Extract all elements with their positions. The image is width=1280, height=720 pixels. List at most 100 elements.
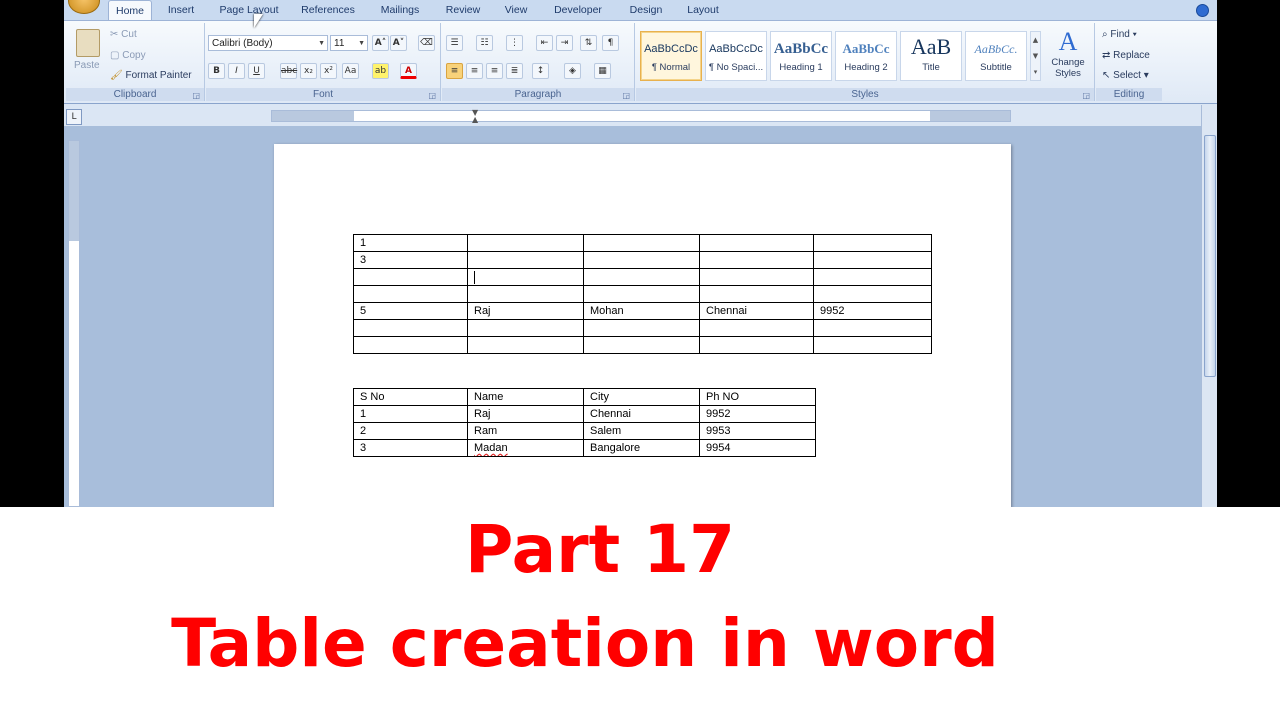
tab-home[interactable]: Home <box>108 0 152 21</box>
table-cell[interactable] <box>813 268 932 286</box>
pilcrow-icon[interactable]: ¶ <box>602 35 619 51</box>
table-cell[interactable] <box>583 251 700 269</box>
cut-button[interactable]: ✂ Cut <box>110 29 137 40</box>
table-cell[interactable] <box>699 336 814 354</box>
align-right-icon[interactable]: ≡ <box>486 63 503 79</box>
table-header-cell[interactable]: City <box>583 388 700 406</box>
table-cell[interactable]: 9954 <box>699 439 816 457</box>
increase-indent-icon[interactable]: ⇥ <box>556 35 573 51</box>
table-cell[interactable] <box>353 319 468 337</box>
highlight-icon[interactable]: ab <box>372 63 389 79</box>
table-cell[interactable] <box>813 285 932 303</box>
table-cell[interactable] <box>467 251 584 269</box>
tab-review[interactable]: Review <box>440 0 486 20</box>
style-subtitle[interactable]: AaBbCc. Subtitle <box>965 31 1027 81</box>
vertical-scrollbar[interactable] <box>1201 105 1217 507</box>
dialog-launcher-icon[interactable]: ◲ <box>428 91 436 100</box>
table-cell[interactable]: Bangalore <box>583 439 700 457</box>
select-button[interactable]: ↖ Select ▾ <box>1102 70 1149 81</box>
table-cell[interactable] <box>813 234 932 252</box>
multilevel-list-icon[interactable]: ⋮ <box>506 35 523 51</box>
table-cell[interactable]: Ram <box>467 422 584 440</box>
change-case-icon[interactable]: Aa <box>342 63 359 79</box>
dialog-launcher-icon[interactable]: ◲ <box>192 91 200 100</box>
tab-references[interactable]: References <box>296 0 360 20</box>
format-painter-button[interactable]: 🖌 Format Painter <box>110 70 192 81</box>
underline-icon[interactable]: U <box>248 63 265 79</box>
grow-font-icon[interactable]: A˄ <box>372 35 389 51</box>
table-cell[interactable] <box>583 234 700 252</box>
table-cell[interactable]: 9953 <box>699 422 816 440</box>
table-cell[interactable]: Mohan <box>583 302 700 320</box>
align-left-icon[interactable]: ≡ <box>446 63 463 79</box>
line-spacing-icon[interactable]: ↕ <box>532 63 549 79</box>
font-family-select[interactable]: Calibri (Body) ▼ <box>208 35 328 51</box>
table-cell[interactable] <box>583 319 700 337</box>
style-no-spacing[interactable]: AaBbCcDc ¶ No Spaci... <box>705 31 767 81</box>
table-cell[interactable] <box>583 336 700 354</box>
table-cell[interactable] <box>699 319 814 337</box>
table-cell[interactable] <box>467 319 584 337</box>
table-cell[interactable]: Raj <box>467 405 584 423</box>
table-1[interactable]: 1 3 5 Raj Mohan Chennai 9952 <box>353 234 932 354</box>
shading-icon[interactable]: ◈ <box>564 63 581 79</box>
table-cell[interactable]: Raj <box>467 302 584 320</box>
style-title[interactable]: AaB Title <box>900 31 962 81</box>
tab-view[interactable]: View <box>496 0 536 20</box>
table-cell[interactable]: 1 <box>353 234 468 252</box>
document-page[interactable]: 1 3 5 Raj Mohan Chennai 9952 S No Name City Ph NO… <box>274 144 1011 507</box>
table-cell[interactable]: 3 <box>353 251 468 269</box>
table-cell[interactable]: Salem <box>583 422 700 440</box>
change-styles-button[interactable]: A Change Styles <box>1048 27 1088 79</box>
table-cell[interactable] <box>353 285 468 303</box>
scrollbar-thumb[interactable] <box>1204 135 1216 377</box>
table-cell[interactable]: 3 <box>353 439 468 457</box>
paste-button[interactable]: Paste <box>74 60 100 71</box>
table-header-cell[interactable]: Ph NO <box>699 388 816 406</box>
table-cell[interactable] <box>353 336 468 354</box>
font-color-icon[interactable]: A <box>400 63 417 79</box>
table-cell[interactable]: 2 <box>353 422 468 440</box>
shrink-font-icon[interactable]: A˅ <box>390 35 407 51</box>
style-normal[interactable]: AaBbCcDc ¶ Normal <box>640 31 702 81</box>
table-cell[interactable] <box>699 285 814 303</box>
tab-developer[interactable]: Developer <box>546 0 610 20</box>
table-cell[interactable] <box>699 251 814 269</box>
borders-icon[interactable]: ▦ <box>594 63 611 79</box>
table-cell[interactable]: 9952 <box>813 302 932 320</box>
decrease-indent-icon[interactable]: ⇤ <box>536 35 553 51</box>
help-icon[interactable] <box>1196 4 1209 17</box>
bold-icon[interactable]: B <box>208 63 225 79</box>
dialog-launcher-icon[interactable]: ◲ <box>622 91 630 100</box>
indent-marker-icon[interactable]: ▼ ▲ <box>472 109 480 124</box>
bullets-icon[interactable]: ☰ <box>446 35 463 51</box>
table-cell[interactable] <box>583 268 700 286</box>
table-cell[interactable] <box>353 268 468 286</box>
table-cell[interactable] <box>583 285 700 303</box>
table-cell[interactable] <box>699 268 814 286</box>
horizontal-ruler[interactable]: ▼ ▲ <box>271 109 1011 124</box>
table-cell[interactable]: 1 <box>353 405 468 423</box>
table-cell[interactable] <box>813 319 932 337</box>
subscript-icon[interactable]: x₂ <box>300 63 317 79</box>
font-size-select[interactable]: 11 ▼ <box>330 35 368 51</box>
tab-page-layout[interactable]: Page Layout <box>214 0 284 20</box>
find-button[interactable]: ⌕ Find ▾ <box>1102 29 1137 40</box>
vertical-ruler[interactable] <box>68 140 80 507</box>
styles-scroll[interactable]: ▲ ▼ ▾ <box>1030 31 1041 81</box>
align-center-icon[interactable]: ≡ <box>466 63 483 79</box>
tab-selector-icon[interactable]: L <box>66 109 82 125</box>
superscript-icon[interactable]: x² <box>320 63 337 79</box>
table-cell[interactable] <box>813 251 932 269</box>
justify-icon[interactable]: ≣ <box>506 63 523 79</box>
table-cell[interactable] <box>467 234 584 252</box>
table-cell[interactable] <box>699 234 814 252</box>
table-cell[interactable] <box>467 336 584 354</box>
table-cell[interactable] <box>813 336 932 354</box>
table-cell[interactable]: Chennai <box>583 405 700 423</box>
tab-insert[interactable]: Insert <box>160 0 202 20</box>
tab-layout[interactable]: Layout <box>680 0 726 20</box>
italic-icon[interactable]: I <box>228 63 245 79</box>
clear-formatting-icon[interactable]: ⌫ <box>418 35 435 51</box>
style-heading-1[interactable]: AaBbCc Heading 1 <box>770 31 832 81</box>
